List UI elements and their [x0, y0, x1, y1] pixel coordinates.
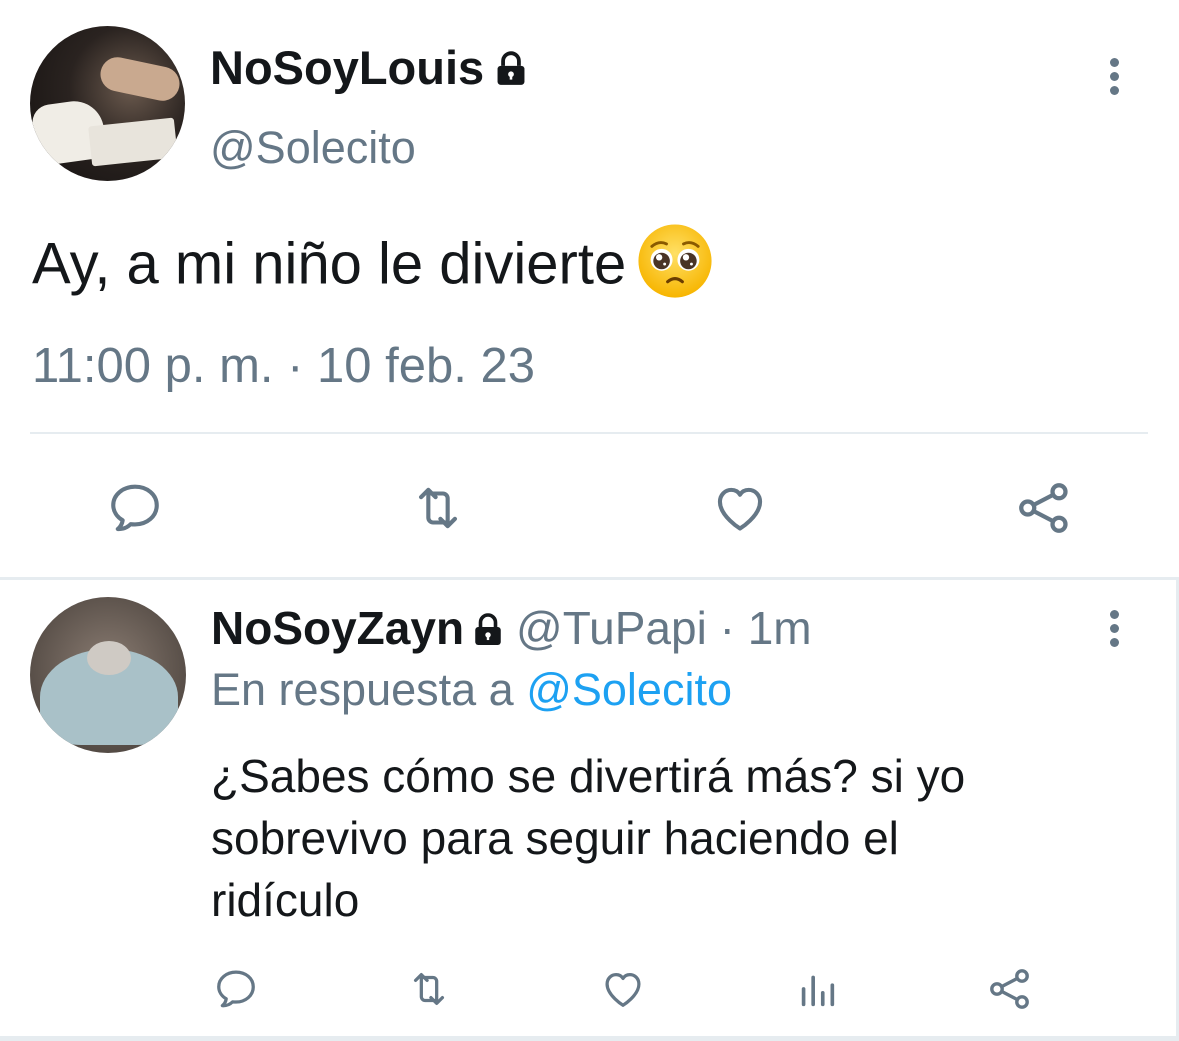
bottom-separator: [0, 1036, 1179, 1041]
pleading-face-emoji-icon: [636, 222, 714, 314]
reply-time[interactable]: 1m: [748, 602, 812, 654]
analytics-icon[interactable]: [792, 964, 842, 1014]
like-icon[interactable]: [598, 964, 648, 1014]
reply-icon[interactable]: [211, 964, 261, 1014]
reply-handle[interactable]: @TuPapi: [516, 602, 707, 654]
reply-text-line: ridículo: [211, 874, 360, 926]
lock-icon: [492, 44, 530, 99]
more-options-icon[interactable]: [1108, 58, 1120, 100]
tweet-detail-screen: NoSoyLouis @Solecito Ay, a mi niño le di…: [0, 0, 1179, 1041]
share-icon[interactable]: [985, 964, 1035, 1014]
avatar-main-user[interactable]: [30, 26, 185, 181]
like-icon[interactable]: [708, 476, 772, 540]
retweet-icon[interactable]: [403, 476, 473, 540]
reply-to-line: En respuesta a @Solecito: [211, 664, 732, 716]
lock-icon: [470, 605, 506, 659]
main-tweet-text: Ay, a mi niño le divierte: [32, 222, 714, 314]
reply-to-prefix: En respuesta a: [211, 664, 527, 715]
divider: [30, 432, 1148, 434]
avatar-reply-user[interactable]: [30, 597, 186, 753]
reply-header: NoSoyZayn @TuPapi · 1m: [211, 601, 812, 659]
more-options-icon[interactable]: [1108, 610, 1120, 652]
reply-text-line: sobrevivo para seguir haciendo el: [211, 812, 899, 864]
main-display-name[interactable]: NoSoyLouis: [210, 40, 530, 99]
share-icon[interactable]: [1012, 476, 1076, 540]
retweet-icon[interactable]: [401, 964, 457, 1014]
reply-text-line: ¿Sabes cómo se divertirá más? si yo: [211, 750, 966, 802]
reply-display-name[interactable]: NoSoyZayn: [211, 602, 464, 654]
main-display-name-text: NoSoyLouis: [210, 41, 485, 94]
reply-icon[interactable]: [103, 476, 167, 540]
thread-separator: [0, 577, 1179, 580]
main-tweet-text-content: Ay, a mi niño le divierte: [32, 231, 627, 297]
main-handle[interactable]: @Solecito: [210, 122, 416, 174]
reply-tweet-text: ¿Sabes cómo se divertirá más? si yo sobr…: [211, 745, 1111, 931]
main-timestamp[interactable]: 11:00 p. m. · 10 feb. 23: [32, 338, 535, 394]
reply-separator: ·: [706, 602, 748, 654]
reply-to-mention[interactable]: @Solecito: [526, 664, 732, 715]
